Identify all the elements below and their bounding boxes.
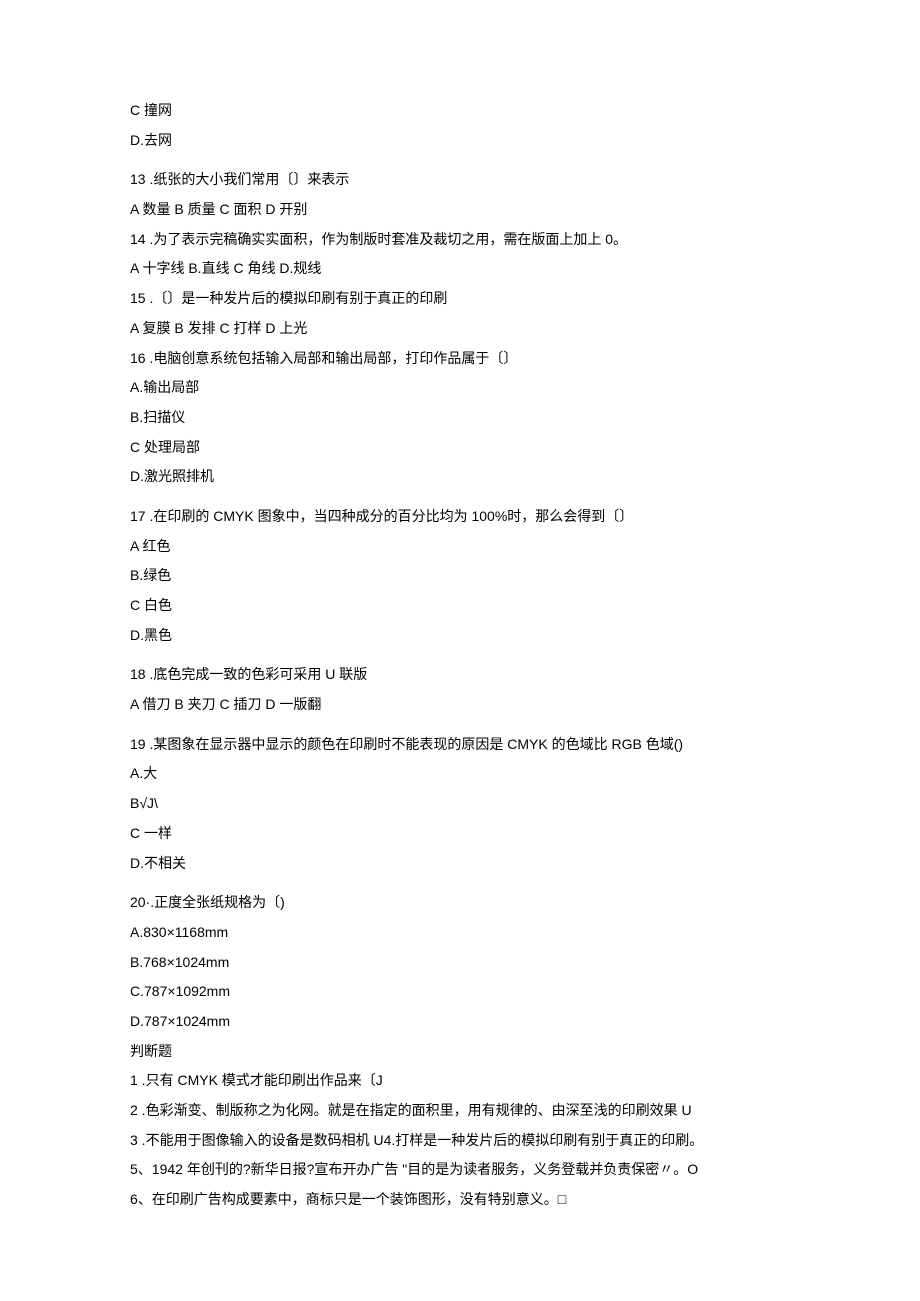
text-line: 19 .某图象在显示器中显示的颜色在印刷时不能表现的原因是 CMYK 的色域比 … xyxy=(130,734,790,756)
text-line: D.黑色 xyxy=(130,625,790,647)
document-body: C 撞网 D.去网 13 .纸张的大小我们常用〔〕来表示 A 数量 B 质量 C 面积… xyxy=(130,100,790,1211)
text-line: C 撞网 xyxy=(130,100,790,122)
text-line: 判断题 xyxy=(130,1041,790,1063)
text-line: A 借刀 B 夹刀 C 插刀 D 一版翻 xyxy=(130,694,790,716)
text-line: D.787×1024mm xyxy=(130,1011,790,1033)
text-line: B.768×1024mm xyxy=(130,952,790,974)
text-line: D.去网 xyxy=(130,130,790,152)
text-line: 14 .为了表示完稿确实实面积，作为制版时套准及裁切之用，需在版面上加上 0。 xyxy=(130,229,790,251)
text-line: C 白色 xyxy=(130,595,790,617)
text-line: A.830×1168mm xyxy=(130,922,790,944)
text-line: 6、在印刷广告构成要素中，商标只是一个装饰图形，没有特别意义。□ xyxy=(130,1189,790,1211)
text-line: 3 .不能用于图像输入的设备是数码相机 U4.打样是一种发片后的模拟印刷有别于真… xyxy=(130,1130,790,1152)
text-line: A 红色 xyxy=(130,536,790,558)
text-line: B.绿色 xyxy=(130,565,790,587)
text-line: A 数量 B 质量 C 面积 D 开别 xyxy=(130,199,790,221)
text-line: 2 .色彩渐变、制版称之为化网。就是在指定的面积里，用有规律的、由深至浅的印刷效… xyxy=(130,1100,790,1122)
text-line: 18 .底色完成一致的色彩可采用 U 联版 xyxy=(130,664,790,686)
text-line: A 十字线 B.直线 C 角线 D.规线 xyxy=(130,258,790,280)
text-line: C.787×1092mm xyxy=(130,981,790,1003)
text-line: A.输出局部 xyxy=(130,377,790,399)
text-line: 17 .在印刷的 CMYK 图象中，当四种成分的百分比均为 100%时，那么会得… xyxy=(130,506,790,528)
text-line: A 复膜 B 发排 C 打样 D 上光 xyxy=(130,318,790,340)
text-line: 20·.正度全张纸规格为〔) xyxy=(130,892,790,914)
text-line: C 一样 xyxy=(130,823,790,845)
text-line: A.大 xyxy=(130,763,790,785)
text-line: 5、1942 年创刊的?新华日报?宣布开办广告 "目的是为读者服务，义务登载并负… xyxy=(130,1159,790,1181)
text-line: 16 .电脑创意系统包括输入局部和输出局部，打印作品属于〔〕 xyxy=(130,348,790,370)
text-line: B√J\ xyxy=(130,793,790,815)
text-line: 1 .只有 CMYK 模式才能印刷出作品来〔J xyxy=(130,1070,790,1092)
text-line: C 处理局部 xyxy=(130,437,790,459)
text-line: 15 .〔〕是一种发片后的模拟印刷有别于真正的印刷 xyxy=(130,288,790,310)
text-line: B.扫描仪 xyxy=(130,407,790,429)
text-line: D.激光照排机 xyxy=(130,466,790,488)
text-line: D.不相关 xyxy=(130,853,790,875)
text-line: 13 .纸张的大小我们常用〔〕来表示 xyxy=(130,169,790,191)
